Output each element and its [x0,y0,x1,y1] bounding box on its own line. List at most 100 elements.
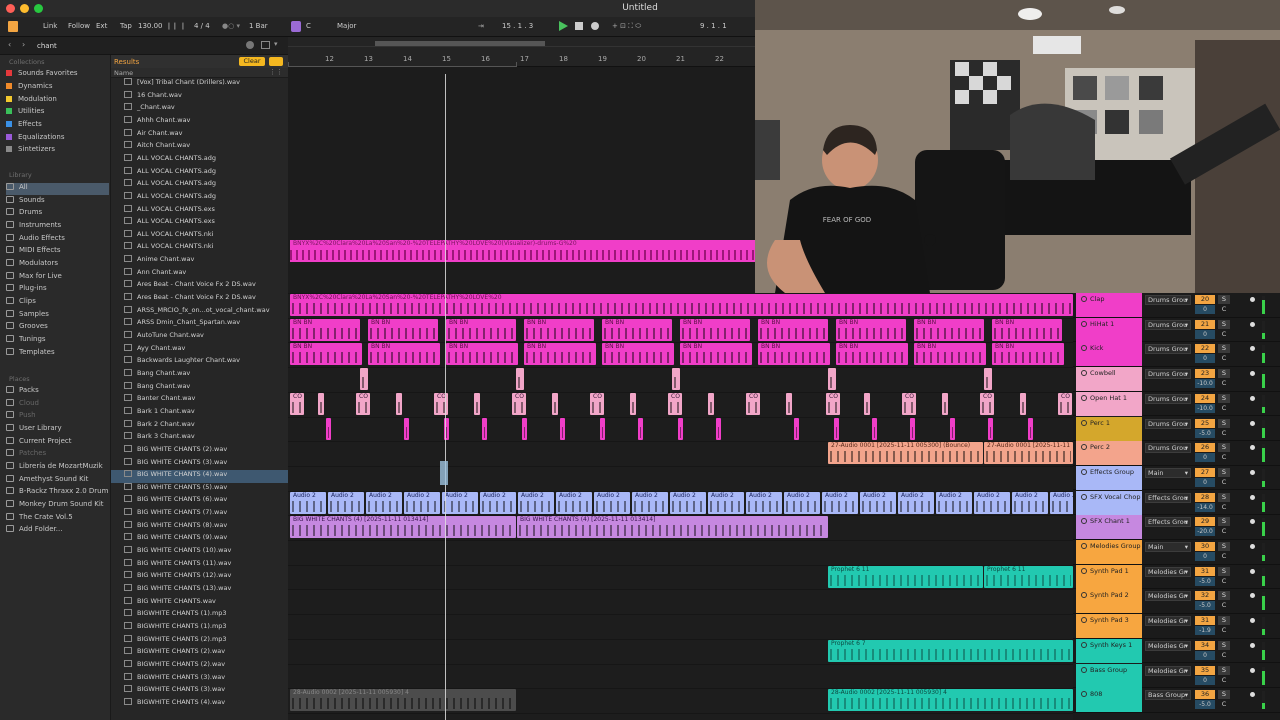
track-volume[interactable]: -5.0 [1195,428,1215,438]
file-item[interactable]: ARSS_MRCIO_fx_on...ot_vocal_chant.wav [111,305,289,319]
track-activator[interactable]: 36 [1195,690,1215,700]
places-item[interactable]: Packs [6,386,109,398]
clip[interactable] [360,368,368,391]
arm-button[interactable] [1250,371,1255,377]
places-item[interactable]: Monkey Drum Sound Kit [6,500,109,512]
file-item[interactable]: BIG WHITE CHANTS (4).wav [111,470,289,483]
file-item[interactable]: BIGWHITE CHANTS (3).wav [111,672,289,686]
pan-knob[interactable]: C [1218,453,1230,462]
file-item[interactable]: Banter Chant.wav [111,394,289,407]
file-item[interactable]: AutoTune Chant.wav [111,331,289,344]
arm-button[interactable] [1250,445,1255,451]
file-item[interactable]: BIG WHITE CHANTS (5).wav [111,482,289,496]
track-activator[interactable]: 27 [1195,467,1215,477]
file-item[interactable]: ALL VOCAL CHANTS.adg [111,179,289,192]
clip[interactable]: Audio 2 [366,491,402,514]
clip[interactable]: BN BN [992,318,1062,341]
track-activator[interactable]: 22 [1195,344,1215,354]
file-item[interactable]: Bark 3 Chant.wav [111,432,289,445]
clip[interactable]: BN BN [446,318,516,341]
clip[interactable] [950,417,955,440]
file-item[interactable]: BIG WHITE CHANTS (10).wav [111,546,289,559]
collection-item[interactable]: Effects [6,120,109,132]
track-volume[interactable]: 0 [1195,675,1215,685]
arm-button[interactable] [1250,321,1255,327]
clip[interactable]: BN BN [680,318,750,341]
file-item[interactable]: BIGWHITE CHANTS (2).wav [111,659,289,673]
collection-item[interactable]: Modulation [6,95,109,107]
clip[interactable]: 28-Audio 0002 [2025-11-11 005930] 4 [290,689,516,712]
track-volume[interactable]: 0 [1195,650,1215,660]
solo-button[interactable]: S [1218,542,1230,551]
arm-button[interactable] [1250,593,1255,599]
clip[interactable] [984,368,992,391]
track-volume[interactable]: -14.0 [1195,502,1215,512]
library-item-instruments[interactable]: Instruments [6,221,109,233]
key-select[interactable]: C [306,22,311,30]
file-item[interactable]: [Vox] Tribal Chant (Drillers).wav [111,78,289,91]
track-header[interactable]: SFX Vocal Chop Effects Grou ▾ 28 -14.0 S C [1073,490,1280,516]
clip[interactable] [678,417,683,440]
audio-output-select[interactable]: Effects Grou ▾ [1145,517,1191,528]
clip[interactable]: Prophet 6 7 [828,639,1073,662]
audio-output-select[interactable]: Bass Group ▾ [1145,690,1191,701]
clip[interactable]: BN BN [680,343,752,366]
track-header[interactable]: Synth Pad 1 Melodies Gr ▾ 31 -5.0 S C [1073,564,1280,590]
clip[interactable]: CO [356,392,370,415]
track-header[interactable]: Effects Group Main ▾ 27 0 S C [1073,465,1280,491]
arm-button[interactable] [1250,544,1255,549]
track-name[interactable]: Open Hat 1 [1076,391,1142,416]
clip[interactable] [672,368,680,391]
ext-button[interactable]: Ext [96,22,107,30]
file-item[interactable]: BIGWHITE CHANTS (2).wav [111,647,289,660]
track-name[interactable]: Synth Keys 1 [1076,638,1142,663]
zoom-window-icon[interactable] [34,4,43,13]
clear-search-icon[interactable] [246,41,254,49]
file-item[interactable]: Ayy Chant.wav [111,343,289,357]
clip[interactable]: Audio 2 [594,491,630,514]
clip[interactable]: BNYX%2C%20Clara%20La%20San%20-%20TELEPAT… [290,294,1073,316]
file-item[interactable]: BIG WHITE CHANTS (8).wav [111,520,289,534]
track-name[interactable]: Synth Pad 3 [1076,614,1142,639]
library-item-plug-ins[interactable]: Plug-ins [6,284,109,296]
clip[interactable]: CO [1058,392,1072,415]
clip[interactable] [522,417,527,440]
fold-track-icon[interactable] [1081,345,1087,352]
nudge-icon[interactable]: ❙❙ ❙ [166,22,186,30]
clip[interactable] [1020,392,1026,415]
stop-button[interactable] [575,22,583,30]
library-item-samples[interactable]: Samples [6,310,109,322]
clip[interactable]: Audio 2 [480,491,516,514]
clip[interactable]: Audio 2 [936,491,972,514]
filter-icon[interactable] [261,41,270,49]
solo-button[interactable]: S [1218,344,1230,354]
fold-track-icon[interactable] [1081,493,1087,500]
track-header[interactable]: Clap Drums Grou ▾ 20 0 S C [1073,293,1280,318]
library-item-all[interactable]: All [6,183,109,195]
track-header[interactable]: Kick Drums Grou ▾ 22 0 S C [1073,342,1280,367]
track-activator[interactable]: 25 [1195,418,1215,428]
solo-button[interactable]: S [1218,517,1230,527]
audio-output-select[interactable]: Drums Grou ▾ [1145,319,1191,330]
clip[interactable] [786,392,792,415]
track-volume[interactable]: 0 [1195,305,1215,314]
loop-position-field[interactable]: 9 . 1 . 1 [700,22,727,30]
audio-output-select[interactable]: Drums Grou ▾ [1145,418,1191,429]
pan-knob[interactable]: C [1218,503,1230,512]
clip[interactable] [834,417,839,440]
track-name[interactable]: Perc 2 [1076,441,1142,466]
quantize-menu[interactable]: 1 Bar [249,22,268,30]
file-item[interactable]: BIG WHITE CHANTS (7).wav [111,508,289,521]
track-name[interactable]: Cowbell [1076,367,1142,392]
solo-button[interactable]: S [1218,369,1230,379]
clip[interactable]: Audio 2 [632,491,668,514]
scale-select[interactable]: Major [337,22,356,30]
file-item[interactable]: BIGWHITE CHANTS (1).mp3 [111,621,289,635]
record-button[interactable] [591,22,599,30]
fold-track-icon[interactable] [1081,543,1087,549]
clip[interactable]: Audio 2 [290,491,326,514]
file-item[interactable]: BIG WHITE CHANTS (12).wav [111,571,289,584]
clip[interactable] [1028,417,1033,440]
file-item[interactable]: BIGWHITE CHANTS (4).wav [111,697,289,711]
library-item-tunings[interactable]: Tunings [6,335,109,347]
